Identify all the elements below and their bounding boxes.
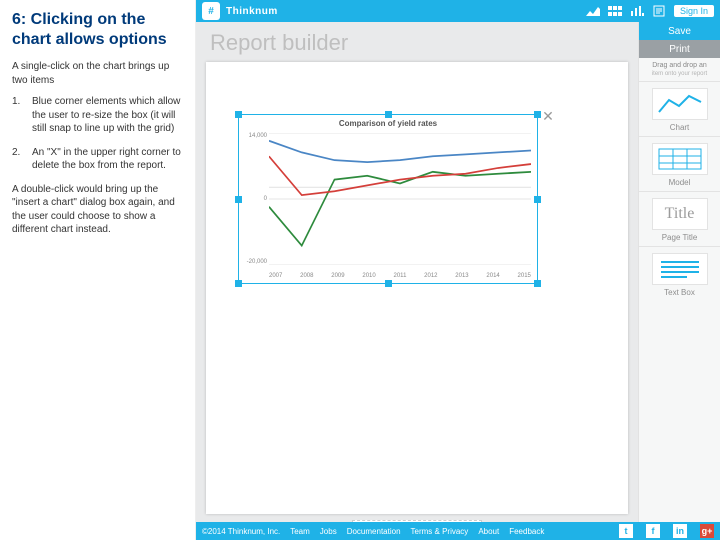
save-button[interactable]: Save — [639, 22, 720, 40]
delete-chart-button[interactable]: ✕ — [541, 109, 555, 123]
table-icon — [652, 143, 708, 175]
resize-handle-bm[interactable] — [385, 280, 392, 287]
report-page[interactable]: ✕ Comparison of yield rates 14,000 0 -20… — [206, 62, 628, 514]
canvas-area: Report builder ✕ Co — [196, 22, 638, 540]
resize-handle-tm[interactable] — [385, 111, 392, 118]
chart-icon — [652, 88, 708, 120]
chart-x-ticks: 200720082009201020112012201320142015 — [269, 273, 531, 279]
logo-icon: # — [202, 2, 220, 20]
instruction-item: 2.An "X" in the upper right corner to de… — [12, 146, 185, 173]
resize-handle-tr[interactable] — [534, 111, 541, 118]
nav-report-icon[interactable] — [650, 4, 668, 18]
nav-grid-icon[interactable] — [606, 4, 624, 18]
resize-handle-mr[interactable] — [534, 196, 541, 203]
top-bar: # Thinknum Sign In — [196, 0, 720, 22]
slide-outro: A double-click would bring up the "inser… — [12, 183, 185, 237]
footer-link[interactable]: Terms & Privacy — [411, 527, 469, 536]
footer-link[interactable]: Feedback — [509, 527, 544, 536]
chart-y-ticks: 14,000 0 -20,000 — [241, 133, 267, 265]
page-title[interactable]: Report builder — [210, 30, 630, 56]
print-button[interactable]: Print — [639, 40, 720, 58]
chart-plot — [269, 133, 531, 265]
tool-chart[interactable]: Chart — [639, 81, 720, 136]
text-lines-icon — [652, 253, 708, 285]
nav-chart-icon[interactable] — [584, 4, 602, 18]
social-twitter-icon[interactable]: t — [619, 524, 633, 538]
slide-instructions: 6: Clicking on the chart allows options … — [0, 0, 196, 540]
title-icon: Title — [652, 198, 708, 230]
tool-text-box[interactable]: Text Box — [639, 246, 720, 301]
tool-page-title[interactable]: Title Page Title — [639, 191, 720, 246]
social-facebook-icon[interactable]: f — [646, 524, 660, 538]
social-linkedin-icon[interactable]: in — [673, 524, 687, 538]
resize-handle-br[interactable] — [534, 280, 541, 287]
resize-handle-bl[interactable] — [235, 280, 242, 287]
social-gplus-icon[interactable]: g+ — [700, 524, 714, 538]
nav-bars-icon[interactable] — [628, 4, 646, 18]
footer-link[interactable]: About — [478, 527, 499, 536]
slide-intro: A single-click on the chart brings up tw… — [12, 60, 185, 87]
footer-copyright: ©2014 Thinknum, Inc. — [202, 527, 280, 536]
slide-heading: 6: Clicking on the chart allows options — [12, 10, 185, 50]
instruction-item: 1.Blue corner elements which allow the u… — [12, 95, 185, 136]
brand-name: Thinknum — [226, 6, 278, 17]
sidebar: Save Print Drag and drop an item onto yo… — [638, 22, 720, 540]
sidebar-drag-sub: item onto your report — [639, 71, 720, 81]
footer-link[interactable]: Team — [290, 527, 310, 536]
resize-handle-tl[interactable] — [235, 111, 242, 118]
tool-model[interactable]: Model — [639, 136, 720, 191]
footer-link[interactable]: Jobs — [320, 527, 337, 536]
sidebar-drag-heading: Drag and drop an — [639, 58, 720, 71]
chart-box-selected[interactable]: ✕ Comparison of yield rates 14,000 0 -20… — [238, 114, 538, 284]
footer-bar: ©2014 Thinknum, Inc. Team Jobs Documenta… — [196, 522, 720, 540]
app-window: # Thinknum Sign In Report builder — [196, 0, 720, 540]
footer-link[interactable]: Documentation — [347, 527, 401, 536]
sign-in-button[interactable]: Sign In — [674, 5, 714, 17]
